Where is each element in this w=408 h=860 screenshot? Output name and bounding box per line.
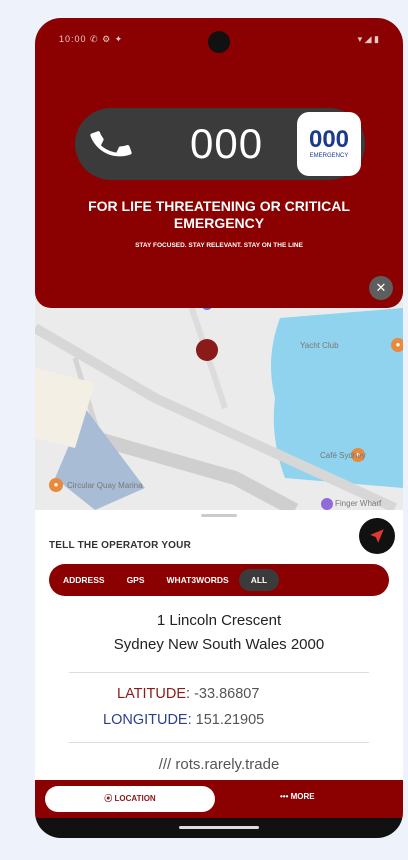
divider (69, 672, 369, 673)
location-pin-icon: ⦿ (104, 794, 115, 803)
tab-gps[interactable]: GPS (127, 575, 145, 585)
latitude-value: -33.86807 (194, 686, 260, 702)
gesture-handle[interactable] (179, 826, 259, 829)
call-000-button[interactable]: 000 000 EMERGENCY (75, 108, 365, 180)
map-shapes (35, 288, 403, 510)
divider-2 (69, 742, 369, 743)
close-icon[interactable]: ✕ (369, 276, 393, 300)
bottom-bar: ⦿ LOCATION ••• MORE (35, 780, 403, 818)
info-tabs: ADDRESS GPS WHAT3WORDS ALL (49, 564, 389, 596)
map-poi-icon-3[interactable]: ● (49, 478, 63, 492)
map-label-2: Café Sydney (320, 451, 366, 460)
emergency-header: 10:00 ✆ ⚙ ✦ ▾ ◢ ▮ 000 000 EMERGENCY FOR … (35, 18, 403, 308)
map-view[interactable]: ● Yacht Club ● Café Sydney ● Circular Qu… (35, 288, 403, 510)
tab-all[interactable]: ALL (238, 569, 280, 591)
phone-frame: 10:00 ✆ ⚙ ✦ ▾ ◢ ▮ 000 000 EMERGENCY FOR … (35, 18, 403, 838)
map-label-1: Yacht Club (300, 341, 339, 350)
latitude-row: LATITUDE: -33.86807 (117, 686, 259, 702)
logo-number: 000 (308, 126, 350, 153)
status-right: ▾ ◢ ▮ (357, 33, 379, 44)
navigate-button[interactable] (359, 518, 395, 554)
gesture-bar (35, 818, 403, 838)
status-left: 10:00 ✆ ⚙ ✦ (59, 33, 124, 44)
sheet-handle[interactable] (201, 514, 237, 517)
map-red-pin (196, 339, 218, 361)
emergency-headline: FOR LIFE THREATENING OR CRITICAL EMERGEN… (88, 198, 350, 231)
map-poi-icon-4[interactable] (321, 498, 333, 510)
what3words-address: /// rots.rarely.trade (158, 756, 280, 773)
navigation-arrow-icon (370, 529, 384, 543)
tell-operator-label: TELL THE OPERATOR YOUR (49, 540, 192, 551)
address-line-1: 1 Lincoln Crescent (156, 612, 282, 629)
tab-address[interactable]: ADDRESS (63, 575, 105, 585)
map-label-3: Circular Quay Marina (67, 481, 143, 490)
emergency-logo: 000 EMERGENCY (297, 112, 361, 176)
longitude-row: LONGITUDE: 151.21905 (103, 712, 264, 728)
location-sheet: TELL THE OPERATOR YOUR ADDRESS GPS WHAT3… (35, 510, 403, 810)
app-screen: 10:00 ✆ ⚙ ✦ ▾ ◢ ▮ 000 000 EMERGENCY FOR … (35, 18, 403, 838)
location-button[interactable]: ⦿ LOCATION (45, 786, 215, 812)
camera-cutout (208, 31, 230, 53)
longitude-label: LONGITUDE: (103, 712, 192, 728)
latitude-label: LATITUDE: (117, 686, 191, 702)
tab-what3words[interactable]: WHAT3WORDS (167, 575, 229, 585)
phone-icon (90, 131, 132, 157)
logo-text: EMERGENCY (309, 153, 349, 159)
address-line-2: Sydney New South Wales 2000 (113, 636, 325, 653)
emergency-number: 000 (190, 120, 264, 167)
more-button[interactable]: ••• MORE (280, 792, 315, 801)
longitude-value: 151.21905 (195, 712, 265, 728)
map-label-4: Finger Wharf (335, 499, 382, 508)
map-poi-icon[interactable]: ● (391, 338, 403, 352)
location-label: LOCATION (114, 794, 156, 803)
emergency-subline: STAY FOCUSED. STAY RELEVANT. STAY ON THE… (135, 242, 303, 249)
